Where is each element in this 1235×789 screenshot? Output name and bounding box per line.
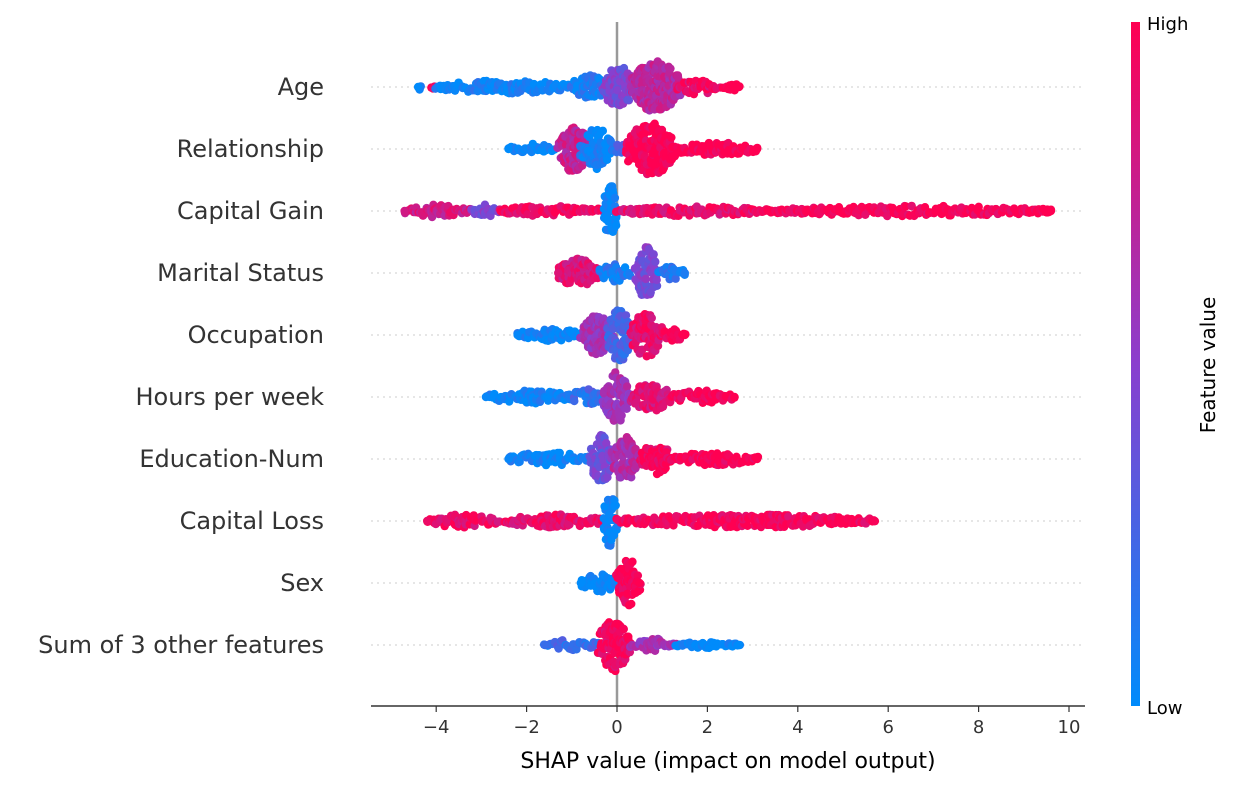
x-tick-label: −4	[423, 717, 450, 738]
x-tick-label: 10	[1058, 717, 1081, 738]
shap-point	[627, 599, 636, 609]
feature-row-points	[422, 495, 880, 550]
shap-point	[870, 516, 879, 526]
x-ticks: −4 −2 0 2 4 6 8 10	[423, 706, 1081, 738]
shap-point	[422, 516, 432, 526]
shap-point	[647, 313, 656, 323]
row-guides	[371, 86, 1085, 646]
feature-label: Age	[278, 73, 324, 101]
colorbar-title: Feature value	[1196, 297, 1220, 434]
x-tick-label: 8	[973, 717, 984, 738]
shap-point	[570, 396, 579, 406]
x-axis-title: SHAP value (impact on model output)	[520, 749, 935, 774]
feature-row-points	[481, 368, 739, 425]
feature-row-points	[554, 243, 689, 300]
feature-label: Hours per week	[136, 383, 325, 411]
shap-point	[667, 133, 676, 142]
shap-point	[617, 411, 626, 420]
colorbar	[1131, 22, 1140, 706]
shap-point	[635, 578, 644, 588]
feature-label: Marital Status	[157, 259, 324, 287]
feature-label: Sum of 3 other features	[38, 631, 324, 659]
shap-point	[576, 578, 586, 588]
shap-point	[730, 392, 739, 402]
feature-label: Occupation	[188, 321, 324, 349]
feature-label: Education-Num	[139, 445, 324, 473]
shap-point	[598, 126, 608, 136]
feature-row-points	[504, 430, 763, 485]
shap-point	[734, 640, 744, 650]
shap-point	[554, 268, 563, 278]
feature-row-points	[539, 618, 745, 676]
x-tick-label: 2	[702, 717, 713, 738]
x-tick-label: 0	[611, 717, 622, 738]
x-tick-label: 4	[792, 717, 803, 738]
shap-point	[651, 257, 660, 266]
feature-label: Capital Loss	[180, 507, 324, 535]
shap-point	[504, 454, 513, 464]
shap-point	[673, 72, 682, 81]
shap-point	[680, 268, 689, 278]
shap-point	[611, 221, 621, 230]
colorbar-high-label: High	[1147, 14, 1188, 35]
feature-labels: Age Relationship Capital Gain Marital Statu…	[38, 73, 324, 659]
shap-point	[652, 275, 661, 285]
shap-point	[680, 330, 689, 340]
shap-point	[624, 95, 633, 104]
feature-row-points	[576, 556, 645, 610]
shap-point	[540, 640, 549, 650]
shap-point	[619, 624, 628, 634]
shap-point	[628, 557, 637, 566]
feature-label: Sex	[280, 569, 324, 597]
shap-point	[752, 454, 762, 464]
shap-point	[413, 82, 423, 92]
shap-point	[734, 82, 744, 92]
shap-point	[622, 382, 632, 391]
feature-label: Capital Gain	[177, 197, 324, 225]
x-tick-label: 6	[882, 717, 893, 738]
feature-row-points	[513, 306, 690, 365]
colorbar-low-label: Low	[1147, 698, 1182, 719]
shap-point	[1046, 206, 1056, 216]
feature-label: Relationship	[177, 135, 324, 163]
feature-row-points	[400, 182, 1056, 237]
beeswarm-points	[400, 57, 1056, 676]
shap-point	[513, 330, 522, 340]
shap-point	[752, 144, 762, 154]
shap-beeswarm-chart: Age Relationship Capital Gain Marital Statu…	[38, 14, 1220, 774]
shap-point	[400, 206, 409, 216]
shap-point	[610, 193, 620, 203]
feature-row-points	[504, 119, 762, 179]
shap-point	[611, 501, 620, 510]
shap-point	[666, 64, 675, 73]
shap-point	[481, 392, 491, 402]
x-tick-label: −2	[513, 717, 540, 738]
shap-point	[504, 144, 513, 154]
feature-row-points	[413, 57, 744, 115]
